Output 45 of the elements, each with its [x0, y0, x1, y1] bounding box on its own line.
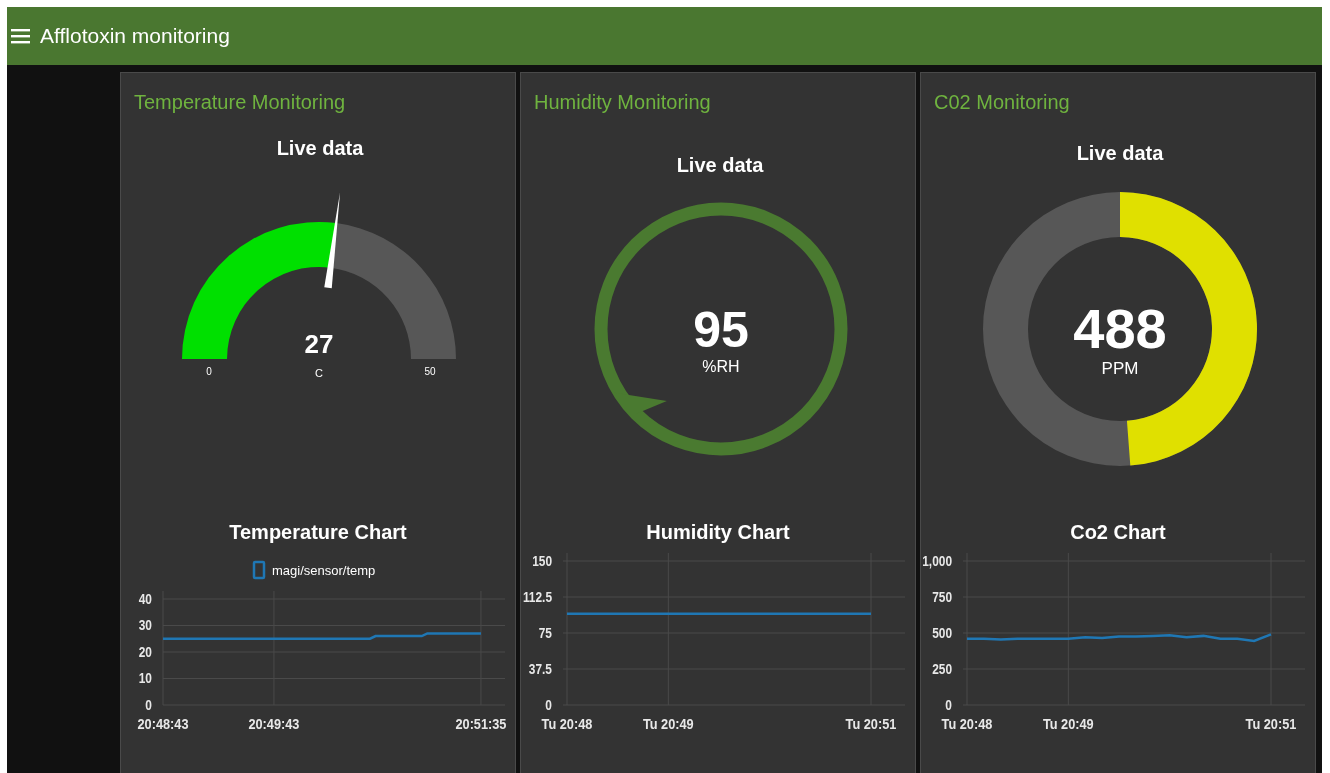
gauge-value: 488	[1073, 297, 1167, 360]
axis-tick-label: 112.5	[522, 589, 552, 606]
axis-tick-label: 40	[138, 591, 152, 608]
axis-tick-label: 500	[932, 625, 952, 642]
axis-tick-label: 10	[138, 670, 152, 687]
axis-tick-label: 0	[545, 697, 552, 714]
axis-tick-label: 20:49:43	[248, 715, 300, 733]
card-title: Humidity Monitoring	[534, 91, 712, 115]
axis-tick-label: Tu 20:48	[541, 715, 593, 733]
chart-title: Temperature Chart	[228, 520, 408, 545]
axis-tick-label: 150	[532, 553, 552, 570]
gauge-max: 50	[424, 366, 436, 377]
axis-tick-label: Tu 20:51	[1245, 715, 1297, 733]
app-title: Afflotoxin monitoring	[40, 24, 230, 48]
widget-label: Live data	[276, 137, 364, 159]
axis-tick-label: Tu 20:48	[941, 715, 993, 733]
axis-tick-label: 75	[538, 625, 552, 642]
axis-tick-label: 250	[932, 661, 952, 678]
menu-icon[interactable]	[11, 28, 30, 44]
axis-tick-label: 37.5	[528, 661, 552, 678]
gauge-units: PPM	[1101, 359, 1139, 378]
axis-tick-label: Tu 20:49	[642, 715, 694, 733]
gauge-units: %RH	[702, 358, 740, 375]
card-title: C02 Monitoring	[934, 91, 1071, 115]
gauge-value: 95	[693, 302, 749, 358]
axis-tick-label: 1,000	[922, 553, 952, 570]
axis-tick-label: 20:48:43	[137, 715, 189, 733]
legend-label: magi/sensor/temp	[272, 563, 376, 578]
axis-tick-label: 20:51:35	[455, 715, 507, 733]
axis-tick-label: 20	[138, 644, 152, 661]
legend-swatch	[252, 560, 266, 580]
axis-tick-label: 30	[138, 617, 152, 634]
gauge-min: 0	[206, 366, 212, 377]
widget-label: Live data	[676, 154, 764, 176]
widget-label: Live data	[1076, 142, 1164, 164]
axis-tick-label: Tu 20:51	[845, 715, 897, 733]
axis-tick-label: 0	[945, 697, 952, 714]
chart-title: Humidity Chart	[645, 520, 791, 545]
axis-tick-label: 750	[932, 589, 952, 606]
axis-tick-label: Tu 20:49	[1042, 715, 1094, 733]
card-title: Temperature Monitoring	[134, 91, 347, 115]
chart-title: Co2 Chart	[1069, 520, 1167, 545]
axis-tick-label: 0	[145, 697, 152, 714]
gauge-units: C	[315, 367, 323, 379]
gauge-value: 27	[304, 329, 334, 359]
